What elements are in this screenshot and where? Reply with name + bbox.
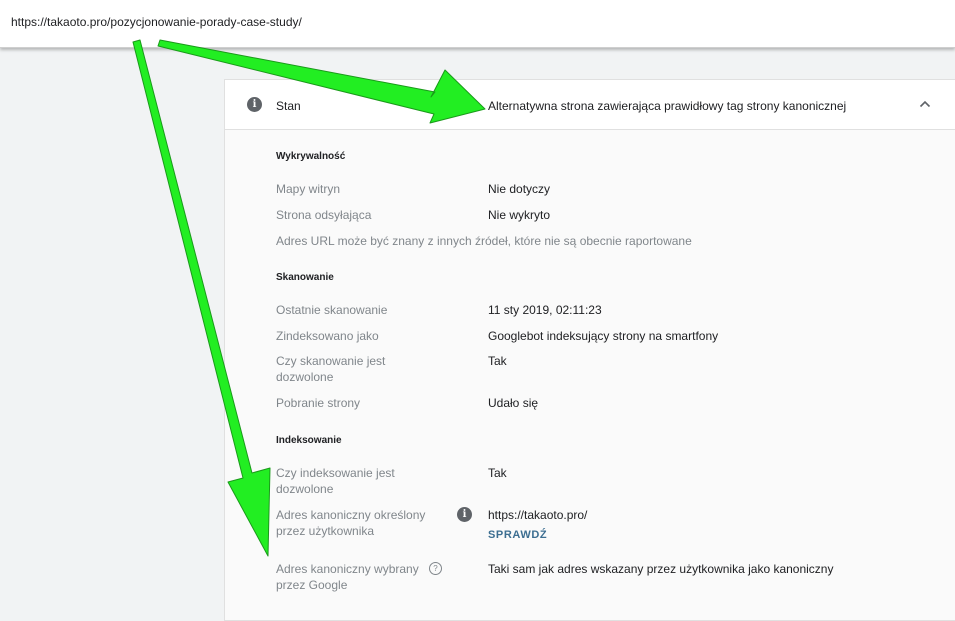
index-allowed-label-line2: dozwolone bbox=[276, 482, 334, 496]
crawled-as-value: Googlebot indeksujący strony na smartfon… bbox=[488, 329, 719, 343]
user-canonical-label-line1: Adres kanoniczny określony bbox=[276, 508, 426, 522]
status-header[interactable]: i Stan Alternatywna strona zawierająca p… bbox=[225, 80, 955, 130]
last-crawl-value: 11 sty 2019, 02:11:23 bbox=[488, 303, 602, 317]
last-crawl-label: Ostatnie skanowanie bbox=[276, 303, 388, 317]
crawled-as-label: Zindeksowano jako bbox=[276, 329, 379, 343]
canonical-info-icon[interactable]: i bbox=[457, 507, 472, 522]
section-indexing-title: Indeksowanie bbox=[276, 435, 342, 446]
details-body: Wykrywalność Mapy witryn Nie dotyczy Str… bbox=[225, 130, 955, 620]
crawl-allowed-value: Tak bbox=[488, 354, 507, 368]
user-canonical-label-line2: przez użytkownika bbox=[276, 524, 375, 538]
index-allowed-value: Tak bbox=[488, 466, 507, 480]
google-canonical-label-line2: przez Google bbox=[276, 578, 348, 592]
crawl-allowed-label-line1: Czy skanowanie jest bbox=[276, 354, 386, 368]
sitemaps-label: Mapy witryn bbox=[276, 182, 341, 196]
url-inspection-panel: i Stan Alternatywna strona zawierająca p… bbox=[224, 79, 955, 621]
discoverability-note: Adres URL może być znany z innych źródeł… bbox=[276, 234, 692, 248]
status-value: Alternatywna strona zawierająca prawidło… bbox=[488, 99, 847, 113]
google-canonical-value: Taki sam jak adres wskazany przez użytko… bbox=[488, 562, 834, 576]
referring-page-value: Nie wykryto bbox=[488, 208, 551, 222]
status-label: Stan bbox=[276, 99, 301, 113]
url-text[interactable]: https://takaoto.pro/pozycjonowanie-porad… bbox=[11, 15, 302, 29]
inspect-url-link[interactable]: SPRAWDŹ bbox=[488, 529, 547, 541]
chevron-up-icon[interactable] bbox=[919, 99, 931, 109]
referring-page-label: Strona odsyłająca bbox=[276, 208, 372, 222]
user-canonical-value: https://takaoto.pro/ bbox=[488, 508, 588, 522]
section-crawl-title: Skanowanie bbox=[276, 272, 334, 283]
crawl-allowed-label-line2: dozwolone bbox=[276, 370, 334, 384]
google-canonical-label-line1: Adres kanoniczny wybrany bbox=[276, 562, 419, 576]
address-bar[interactable]: https://takaoto.pro/pozycjonowanie-porad… bbox=[0, 0, 955, 48]
sitemaps-value: Nie dotyczy bbox=[488, 182, 551, 196]
help-icon[interactable]: ? bbox=[429, 562, 442, 575]
section-discoverability-title: Wykrywalność bbox=[276, 151, 346, 162]
info-icon: i bbox=[247, 97, 262, 112]
page-fetch-value: Udało się bbox=[488, 396, 539, 410]
index-allowed-label-line1: Czy indeksowanie jest bbox=[276, 466, 395, 480]
page-fetch-label: Pobranie strony bbox=[276, 396, 361, 410]
